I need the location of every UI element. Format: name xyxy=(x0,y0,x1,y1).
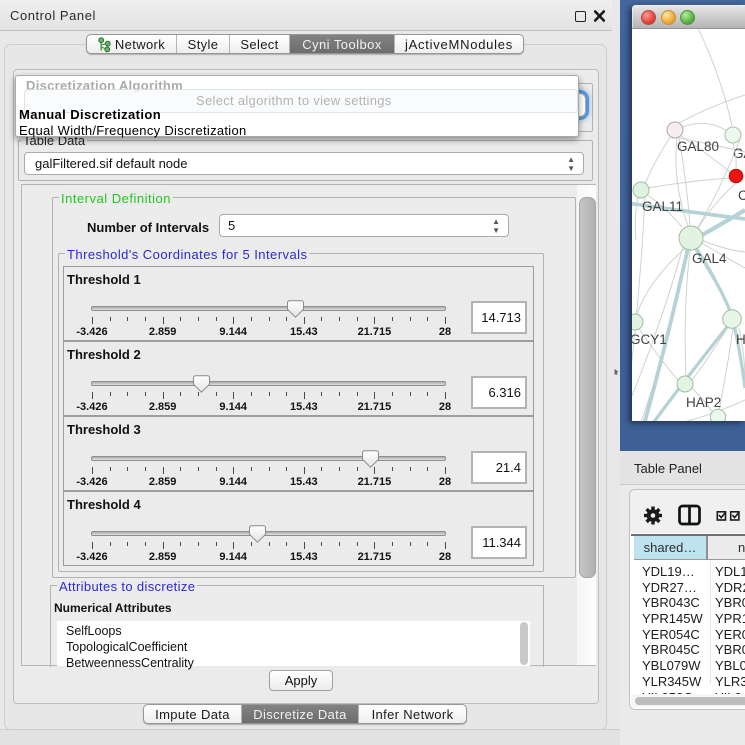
svg-text:GAL80: GAL80 xyxy=(677,139,719,154)
svg-text:GAL4: GAL4 xyxy=(692,251,727,266)
svg-text:GCY1: GCY1 xyxy=(632,332,667,347)
svg-text:GAL11: GAL11 xyxy=(642,199,683,214)
svg-text:CY: CY xyxy=(738,188,745,203)
svg-text:HA: HA xyxy=(736,332,745,347)
svg-text:HAP2: HAP2 xyxy=(686,395,721,410)
